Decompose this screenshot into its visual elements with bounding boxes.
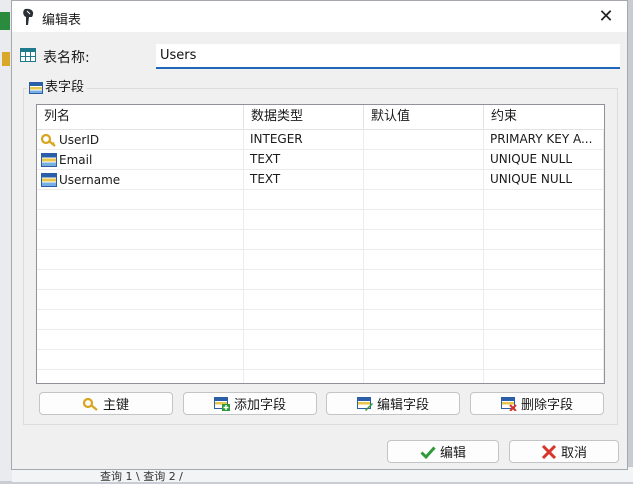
field-icon — [41, 173, 57, 187]
fields-table[interactable]: 列名 数据类型 默认值 约束 UserID INTEGER PRIMARY KE… — [36, 104, 605, 384]
background-table-icon — [0, 12, 10, 30]
empty-row — [37, 190, 604, 210]
close-icon: ✕ — [598, 6, 614, 27]
field-name-cell[interactable]: Email — [37, 150, 244, 170]
dialog-title: 编辑表 — [42, 13, 82, 28]
fields-table-header: 列名 数据类型 默认值 约束 — [37, 105, 604, 130]
field-default[interactable] — [364, 130, 484, 150]
add-field-button[interactable]: 添加字段 — [183, 392, 317, 415]
field-default[interactable] — [364, 170, 484, 190]
table-name-input[interactable] — [156, 44, 620, 69]
field-icon — [41, 153, 57, 167]
table-icon — [20, 48, 36, 62]
field-name-cell[interactable]: UserID — [37, 130, 244, 150]
add-field-button-label: 添加字段 — [233, 398, 286, 413]
primary-key-button-label: 主键 — [102, 398, 129, 413]
empty-row — [37, 210, 604, 230]
fields-group-legend: 表字段 — [27, 80, 88, 96]
delete-field-icon — [500, 396, 517, 411]
column-header-name[interactable]: 列名 — [37, 105, 244, 129]
empty-row — [37, 290, 604, 310]
empty-row — [37, 230, 604, 250]
table-name-label: 表名称: — [43, 50, 90, 66]
empty-row — [37, 310, 604, 330]
key-icon — [82, 397, 98, 411]
empty-row — [37, 250, 604, 270]
field-default[interactable] — [364, 150, 484, 170]
field-name: Username — [59, 172, 121, 187]
fields-group-label: 表字段 — [45, 80, 85, 95]
background-query-tabs-label: 查询 1 \ 查询 2 / — [100, 470, 183, 483]
empty-row — [37, 350, 604, 370]
primary-key-button[interactable]: 主键 — [39, 392, 173, 415]
key-icon — [41, 133, 56, 147]
field-name: Email — [59, 152, 93, 167]
field-constraint[interactable]: UNIQUE NULL — [484, 170, 604, 190]
table-row[interactable]: UserID INTEGER PRIMARY KEY A... — [37, 130, 604, 150]
table-row[interactable]: Username TEXT UNIQUE NULL — [37, 170, 604, 190]
delete-field-button[interactable]: 删除字段 — [470, 392, 604, 415]
edit-table-dialog: 编辑表 ✕ 表名称: 表字段 列名 数据类型 默认值 约束 — [11, 0, 628, 470]
edit-field-icon — [356, 396, 373, 411]
checkmark-icon — [420, 445, 436, 459]
ok-button-label: 编辑 — [439, 446, 466, 461]
cancel-button[interactable]: 取消 — [509, 440, 619, 463]
delete-field-button-label: 删除字段 — [520, 398, 573, 413]
close-button[interactable]: ✕ — [593, 5, 619, 29]
field-type[interactable]: TEXT — [244, 170, 364, 190]
empty-row — [37, 270, 604, 290]
field-name: UserID — [59, 132, 100, 147]
column-header-default[interactable]: 默认值 — [364, 105, 484, 129]
add-field-icon — [213, 396, 230, 411]
background-key-icon — [2, 52, 10, 66]
fields-icon — [29, 82, 43, 94]
table-row[interactable]: Email TEXT UNIQUE NULL — [37, 150, 604, 170]
field-type[interactable]: INTEGER — [244, 130, 364, 150]
empty-row — [37, 330, 604, 350]
app-feather-icon — [23, 8, 34, 26]
ok-button[interactable]: 编辑 — [387, 440, 499, 463]
field-constraint[interactable]: PRIMARY KEY A... — [484, 130, 604, 150]
fields-table-body: UserID INTEGER PRIMARY KEY A... Email TE… — [37, 130, 604, 370]
edit-field-button[interactable]: 编辑字段 — [326, 392, 460, 415]
field-constraint[interactable]: UNIQUE NULL — [484, 150, 604, 170]
field-name-cell[interactable]: Username — [37, 170, 244, 190]
column-header-type[interactable]: 数据类型 — [244, 105, 364, 129]
dialog-titlebar: 编辑表 ✕ — [12, 1, 627, 32]
column-header-constraint[interactable]: 约束 — [484, 105, 604, 129]
field-type[interactable]: TEXT — [244, 150, 364, 170]
cancel-x-icon — [541, 444, 557, 459]
edit-field-button-label: 编辑字段 — [376, 398, 429, 413]
cancel-button-label: 取消 — [560, 446, 587, 461]
